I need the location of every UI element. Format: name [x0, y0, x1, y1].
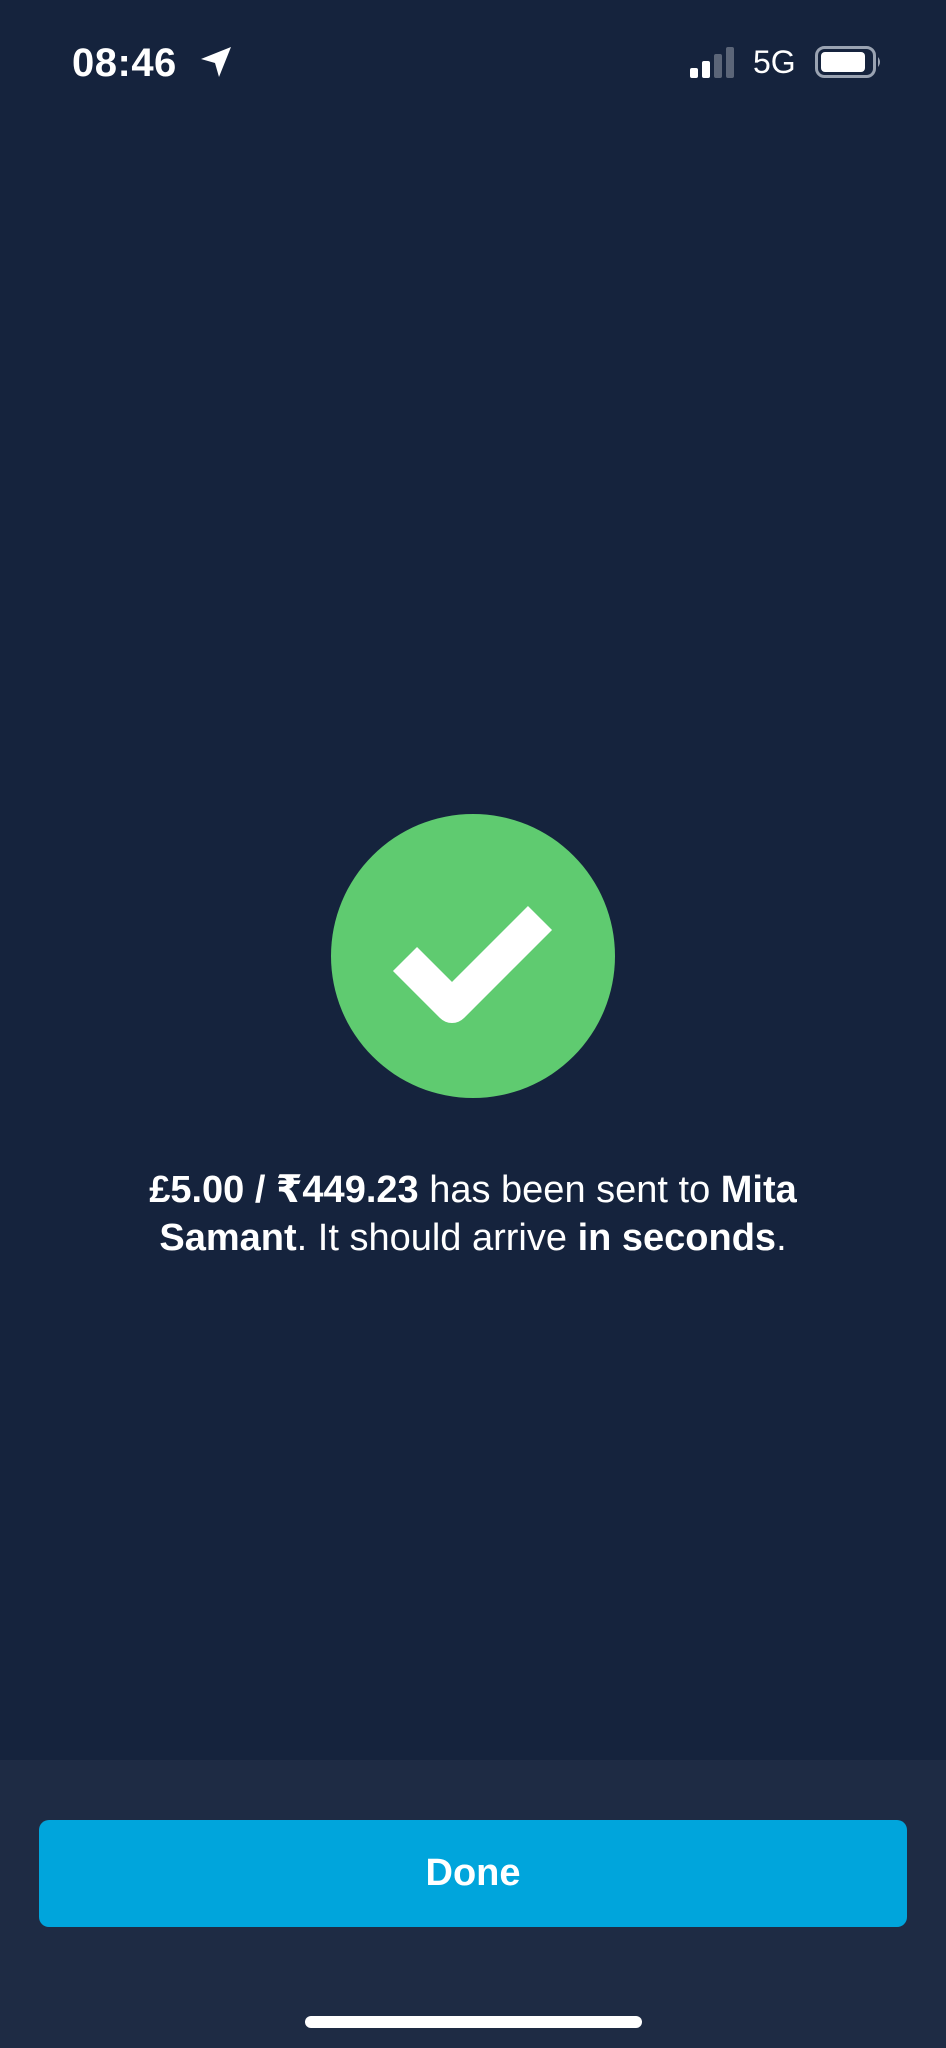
message-text-arrive: . It should arrive	[296, 1217, 578, 1259]
status-bar: 08:46 5G	[0, 0, 946, 120]
transfer-amount: £5.00 / ₹449.23	[149, 1169, 419, 1211]
done-button[interactable]: Done	[39, 1820, 907, 1927]
cellular-signal-icon	[690, 47, 734, 78]
location-arrow-icon	[201, 47, 231, 77]
battery-icon	[815, 46, 880, 78]
confirmation-message: £5.00 / ₹449.23 has been sent to Mita Sa…	[80, 1166, 866, 1262]
message-text-sent: has been sent to	[418, 1169, 721, 1211]
check-circle-icon	[331, 814, 615, 1098]
arrival-time: in seconds	[577, 1217, 777, 1259]
message-text-end: .	[776, 1217, 787, 1259]
status-time: 08:46	[72, 41, 177, 85]
network-type-label: 5G	[753, 44, 796, 80]
home-indicator[interactable]	[305, 2016, 642, 2028]
